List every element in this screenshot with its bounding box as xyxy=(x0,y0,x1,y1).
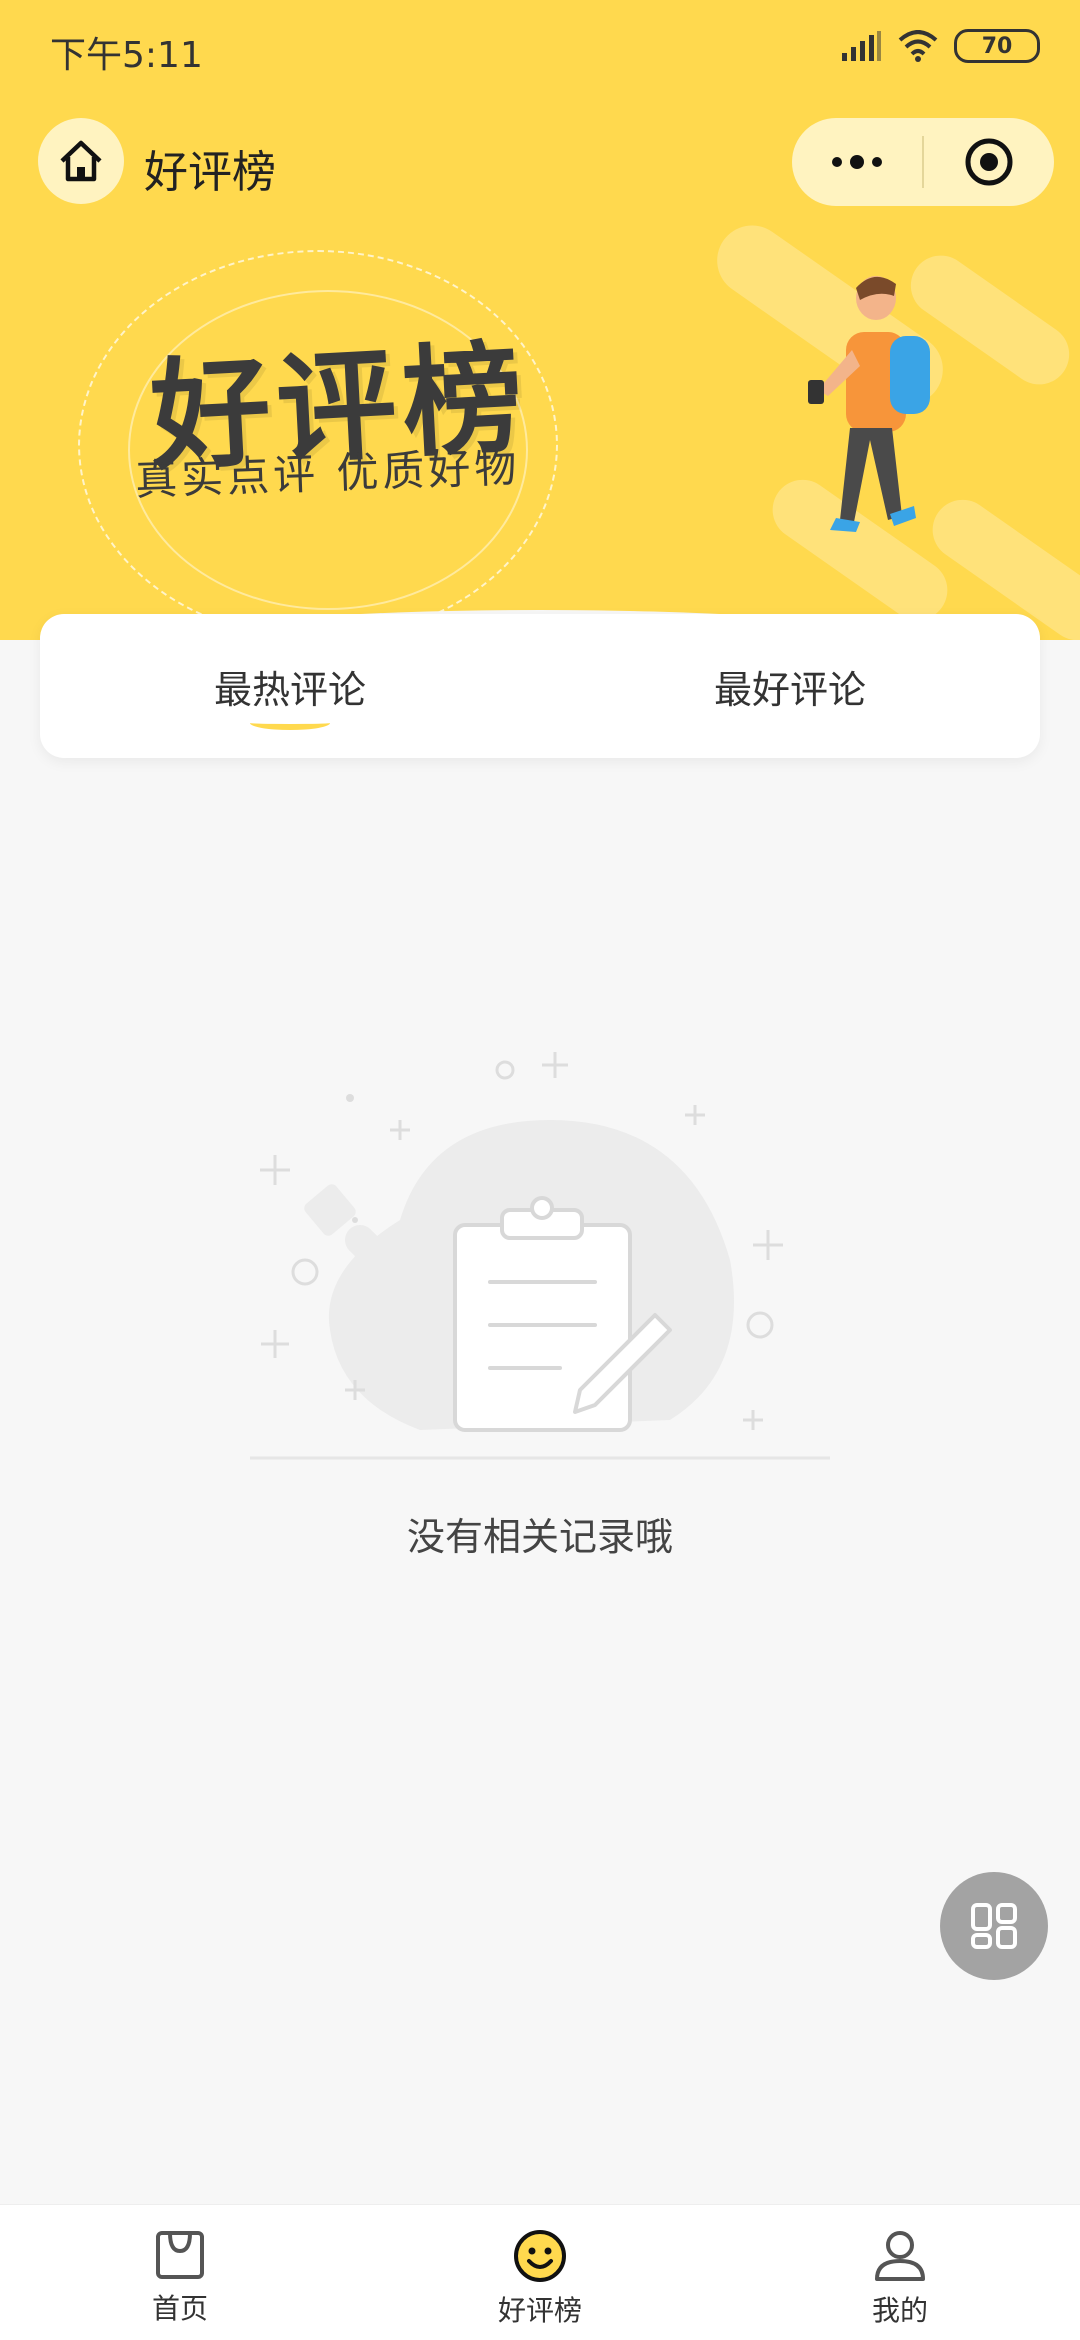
grid-icon xyxy=(971,1903,1017,1949)
empty-state-text: 没有相关记录哦 xyxy=(406,1515,673,1559)
tabbar-item-home[interactable]: 首页 xyxy=(0,2205,360,2340)
floating-menu-button[interactable] xyxy=(940,1872,1048,1980)
status-icons: 70 xyxy=(842,26,1040,66)
page-title: 好评榜 xyxy=(144,147,276,198)
signal-icon xyxy=(842,31,881,61)
battery-icon: 70 xyxy=(954,29,1040,63)
target-icon xyxy=(965,138,1013,186)
status-bar: 下午5:11 70 xyxy=(0,0,1080,96)
review-tabs: 最热评论 最好评论 xyxy=(40,614,1040,758)
tab-best-reviews[interactable]: 最好评论 xyxy=(540,614,1040,758)
tab-label: 最热评论 xyxy=(213,667,366,712)
tabbar-label: 我的 xyxy=(871,2294,928,2327)
bottom-tab-bar: 首页 好评榜 我的 xyxy=(0,2204,1080,2340)
more-button[interactable] xyxy=(792,118,922,206)
tabbar-item-rankings[interactable]: 好评榜 xyxy=(360,2205,720,2340)
miniprogram-capsule xyxy=(792,118,1054,206)
close-miniprogram-button[interactable] xyxy=(924,118,1054,206)
tabbar-label: 首页 xyxy=(151,2292,208,2325)
user-icon xyxy=(875,2231,925,2281)
active-tab-indicator xyxy=(250,716,330,730)
walking-person-illustration xyxy=(808,276,930,532)
bag-icon xyxy=(156,2231,204,2279)
more-dots-icon xyxy=(832,155,882,169)
home-icon xyxy=(60,140,102,182)
tabbar-item-mine[interactable]: 我的 xyxy=(720,2205,1080,2340)
wifi-icon xyxy=(898,30,938,62)
home-button[interactable] xyxy=(38,118,124,204)
tab-label: 最好评论 xyxy=(713,667,866,712)
tab-hottest-reviews[interactable]: 最热评论 xyxy=(40,614,540,758)
empty-clipboard-illustration xyxy=(250,1052,830,1460)
smiley-icon xyxy=(514,2230,566,2282)
header-banner: 好评榜 真实点评 优质好物 xyxy=(0,0,1080,640)
tabbar-label: 好评榜 xyxy=(497,2294,582,2327)
status-time: 下午5:11 xyxy=(50,35,203,76)
